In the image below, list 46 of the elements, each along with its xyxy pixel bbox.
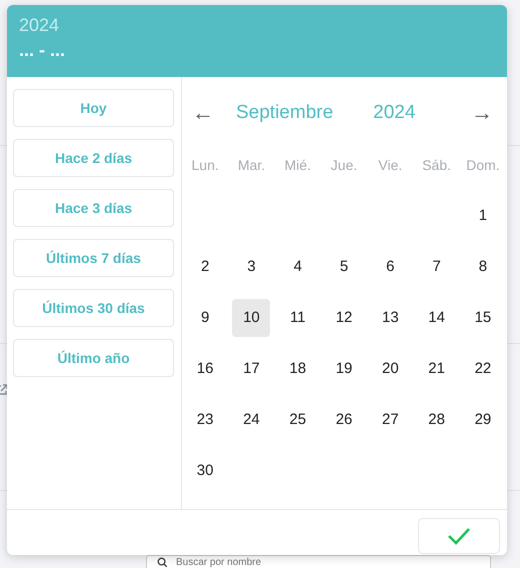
day-cell[interactable]: 2 — [186, 248, 224, 286]
weekday-label: Mié. — [284, 156, 312, 174]
weekday-label: Mar. — [236, 156, 266, 174]
day-cell[interactable]: 21 — [418, 350, 456, 388]
day-cell[interactable]: 15 — [464, 298, 502, 336]
checkmark-icon — [447, 527, 471, 545]
header-year: 2024 — [19, 15, 60, 36]
weekday-label: Sáb. — [421, 156, 452, 174]
day-cell[interactable]: 25 — [278, 400, 317, 438]
search-input[interactable]: Buscar por nombre — [176, 556, 376, 568]
next-month-button[interactable]: → — [471, 100, 493, 126]
selected-range: ... - ... — [19, 40, 66, 61]
day-cell[interactable]: 13 — [371, 298, 410, 336]
day-cell[interactable]: 4 — [278, 248, 317, 286]
search-icon — [157, 556, 168, 568]
weekday-label: Lun. — [190, 156, 220, 174]
weekday-label: Vie. — [377, 156, 404, 174]
day-cell[interactable]: 10 — [232, 298, 270, 336]
day-cell[interactable]: 24 — [232, 400, 270, 438]
day-cell[interactable]: 27 — [371, 400, 410, 438]
day-cell[interactable]: 19 — [325, 350, 364, 388]
day-cell[interactable]: 23 — [186, 400, 224, 438]
day-cell[interactable]: 3 — [232, 248, 270, 286]
day-cell[interactable]: 1 — [464, 196, 502, 234]
day-cell[interactable]: 16 — [186, 350, 224, 388]
confirm-button[interactable] — [418, 518, 500, 554]
day-cell[interactable]: 14 — [418, 298, 456, 336]
day-cell[interactable]: 28 — [418, 400, 456, 438]
previous-month-button[interactable]: ← — [192, 100, 214, 126]
weekday-label: Jue. — [330, 156, 358, 174]
day-cell[interactable]: 30 — [186, 452, 224, 490]
day-cell[interactable]: 11 — [278, 298, 317, 336]
day-cell[interactable]: 18 — [278, 350, 317, 388]
day-cell[interactable]: 22 — [464, 350, 502, 388]
search-field[interactable]: Buscar por nombre — [146, 555, 491, 568]
day-cell[interactable]: 26 — [325, 400, 364, 438]
day-cell[interactable]: 29 — [464, 400, 502, 438]
day-cell[interactable]: 17 — [232, 350, 270, 388]
day-cell[interactable]: 20 — [371, 350, 410, 388]
day-cell[interactable]: 9 — [186, 298, 224, 336]
weekday-label: Dom. — [465, 156, 501, 174]
day-cell[interactable]: 5 — [325, 248, 364, 286]
day-cell[interactable]: 12 — [325, 298, 364, 336]
day-cell[interactable]: 6 — [371, 248, 410, 286]
day-cell[interactable]: 7 — [418, 248, 456, 286]
day-cell[interactable]: 8 — [464, 248, 502, 286]
